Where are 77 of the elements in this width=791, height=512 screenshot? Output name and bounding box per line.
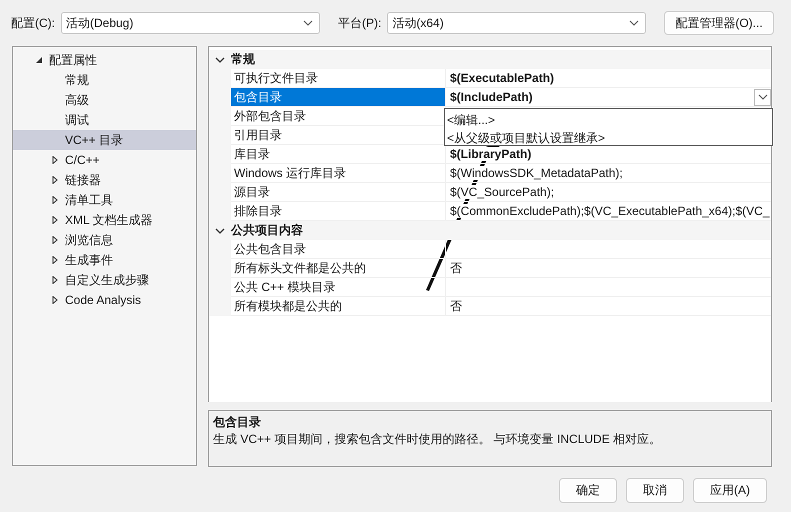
property-value: $(ExecutablePath)	[450, 71, 556, 85]
chevron-down-icon	[629, 20, 640, 26]
tree-item[interactable]: VC++ 目录	[13, 130, 196, 150]
chevron-down-icon[interactable]	[215, 226, 225, 236]
value-cell[interactable]: 否	[445, 259, 771, 278]
category-header: 公共项目内容	[231, 221, 771, 240]
tree-item[interactable]: 常规	[13, 70, 196, 90]
value-cell[interactable]: $(CommonExcludePath);$(VC_ExecutablePath_x64);$(VC_	[445, 202, 771, 221]
property-name[interactable]: 库目录	[231, 145, 445, 164]
collapsed-triangle-icon[interactable]	[51, 156, 59, 164]
tree-label: 调试	[65, 112, 89, 128]
tree-item[interactable]: C/C++	[13, 150, 196, 170]
property-value: $(LibraryPath)	[450, 147, 532, 161]
dropdown-button[interactable]	[754, 88, 771, 106]
config-dropdown[interactable]: 活动(Debug)	[61, 12, 320, 34]
tree-item[interactable]: 自定义生成步骤	[13, 270, 196, 290]
property-value: 否	[450, 298, 463, 314]
tree-item[interactable]: 调试	[13, 110, 196, 130]
collapsed-triangle-icon[interactable]	[51, 256, 59, 264]
value-cell[interactable]: $(WindowsSDK_MetadataPath);	[445, 164, 771, 183]
collapsed-triangle-icon[interactable]	[51, 216, 59, 224]
collapsed-triangle-icon[interactable]	[51, 296, 59, 304]
config-label: 配置(C):	[11, 14, 55, 32]
dialog-button[interactable]: 应用(A)	[693, 478, 767, 503]
tree-item[interactable]: Code Analysis	[13, 290, 196, 310]
category-header: 常规	[231, 50, 771, 69]
value-cell[interactable]	[445, 240, 771, 259]
expanded-triangle-icon[interactable]	[35, 56, 43, 64]
property-name[interactable]: Windows 运行库目录	[231, 164, 445, 183]
tree-item[interactable]: 高级	[13, 90, 196, 110]
dialog-button[interactable]: 确定	[559, 478, 617, 503]
tree-label: 自定义生成步骤	[65, 272, 149, 288]
tree-label: 链接器	[65, 172, 101, 188]
tree-label: 配置属性	[49, 52, 97, 68]
tree-label: 高级	[65, 92, 89, 108]
tree-item[interactable]: 浏览信息	[13, 230, 196, 250]
value-cell[interactable]	[445, 278, 771, 297]
value-cell[interactable]: $(ExecutablePath)	[445, 69, 771, 88]
property-name[interactable]: 包含目录	[231, 88, 445, 107]
tree-item[interactable]: XML 文档生成器	[13, 210, 196, 230]
tree-label: XML 文档生成器	[65, 212, 153, 228]
collapsed-triangle-icon[interactable]	[51, 196, 59, 204]
property-value: 否	[450, 260, 463, 276]
collapsed-triangle-icon[interactable]	[51, 276, 59, 284]
platform-label: 平台(P):	[338, 14, 382, 32]
tree-label: Code Analysis	[65, 293, 142, 307]
tree-label: C/C++	[65, 153, 100, 167]
tree-item[interactable]: 配置属性	[13, 50, 196, 70]
tree-label: 常规	[65, 72, 89, 88]
chevron-down-icon	[758, 94, 768, 100]
description-title: 包含目录	[213, 414, 262, 431]
tree-label: 浏览信息	[65, 232, 113, 248]
property-name[interactable]: 源目录	[231, 183, 445, 202]
chevron-down-icon[interactable]	[215, 54, 225, 64]
value-cell[interactable]: 否	[445, 297, 771, 316]
property-value: $(VC_SourcePath);	[450, 185, 556, 199]
dropdown-option[interactable]: <从父级或项目默认设置继承>	[447, 129, 770, 147]
dialog-button[interactable]: 取消	[626, 478, 684, 503]
tree-item[interactable]: 清单工具	[13, 190, 196, 210]
tree-label: 生成事件	[65, 252, 113, 268]
tree-item[interactable]: 生成事件	[13, 250, 196, 270]
collapsed-triangle-icon[interactable]	[51, 236, 59, 244]
chevron-down-icon	[303, 20, 313, 26]
tree-label: VC++ 目录	[65, 132, 124, 148]
platform-dropdown[interactable]: 活动(x64)	[387, 12, 646, 34]
value-cell[interactable]: $(IncludePath)	[445, 88, 771, 107]
description-text: 生成 VC++ 项目期间，搜索包含文件时使用的路径。 与环境变量 INCLUDE 相对应。	[213, 431, 662, 448]
property-value: $(CommonExcludePath);$(VC_ExecutablePath_x64);$(VC_	[450, 204, 770, 218]
value-cell[interactable]: $(VC_SourcePath);	[445, 183, 771, 202]
tree-label: 清单工具	[65, 192, 113, 208]
tree-item[interactable]: 链接器	[13, 170, 196, 190]
property-name[interactable]: 所有模块都是公共的	[231, 297, 445, 316]
config-manager-button[interactable]: 配置管理器(O)...	[664, 11, 774, 35]
property-value: $(WindowsSDK_MetadataPath);	[450, 166, 624, 180]
collapsed-triangle-icon[interactable]	[51, 176, 59, 184]
property-value: $(IncludePath)	[450, 90, 534, 104]
dropdown-option[interactable]: <编辑...>	[447, 111, 770, 129]
